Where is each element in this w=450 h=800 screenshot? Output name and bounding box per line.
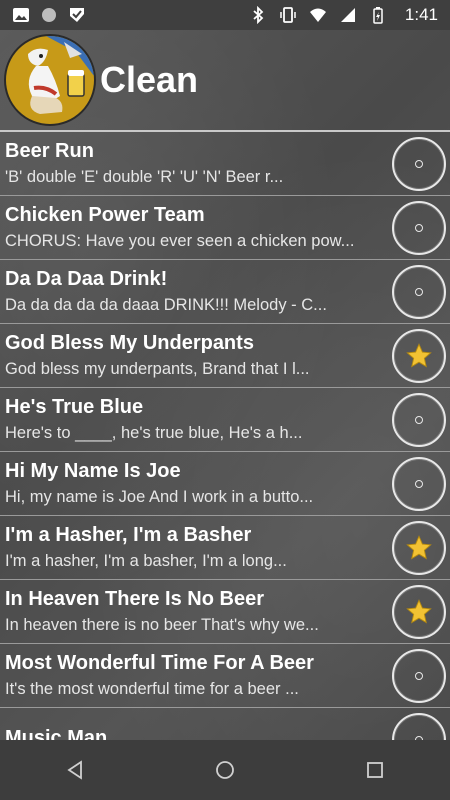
favorite-toggle[interactable] xyxy=(392,520,446,575)
song-title: Music Man xyxy=(5,727,108,740)
list-item[interactable]: Chicken Power Team CHORUS: Have you ever… xyxy=(0,196,450,260)
song-title: Most Wonderful Time For A Beer xyxy=(5,652,314,674)
battery-icon xyxy=(373,7,383,24)
list-item[interactable]: Music Man xyxy=(0,708,450,740)
wifi-icon xyxy=(309,8,326,22)
favorite-toggle[interactable] xyxy=(392,456,446,511)
app-content: Clean Beer Run 'B' double 'E' double 'R'… xyxy=(0,30,450,740)
song-preview: Hi, my name is Joe And I work in a butto… xyxy=(5,488,314,506)
empty-dot-icon xyxy=(415,415,423,424)
favorite-toggle[interactable] xyxy=(392,264,446,319)
favorite-toggle[interactable] xyxy=(392,200,446,255)
favorite-toggle[interactable] xyxy=(392,392,446,447)
favorite-toggle[interactable] xyxy=(392,648,446,703)
song-preview: Here's to ____, he's true blue, He's a h… xyxy=(5,424,303,442)
favorite-toggle[interactable] xyxy=(392,136,446,191)
status-time: 1:41 xyxy=(404,5,438,24)
empty-dot-icon xyxy=(415,159,423,168)
vibrate-icon xyxy=(280,7,296,23)
signal-icon xyxy=(340,8,355,22)
song-preview: God bless my underpants, Brand that I l.… xyxy=(5,360,310,378)
empty-dot-icon xyxy=(415,287,423,296)
favorite-toggle[interactable] xyxy=(392,584,446,639)
song-preview: CHORUS: Have you ever seen a chicken pow… xyxy=(5,232,355,250)
list-item[interactable]: In Heaven There Is No Beer In heaven the… xyxy=(0,580,450,644)
recents-icon[interactable] xyxy=(364,759,386,781)
song-title: I'm a Hasher, I'm a Basher xyxy=(5,524,252,546)
star-icon xyxy=(406,342,432,367)
song-title: In Heaven There Is No Beer xyxy=(5,588,264,610)
song-title: Da Da Daa Drink! xyxy=(5,268,168,290)
list-item[interactable]: Most Wonderful Time For A Beer It's the … xyxy=(0,644,450,708)
app-header: Clean xyxy=(0,30,450,132)
song-preview: Da da da da da daaa DRINK!!! Melody - C.… xyxy=(5,296,327,314)
list-item[interactable]: Da Da Daa Drink! Da da da da da daaa DRI… xyxy=(0,260,450,324)
navigation-bar xyxy=(0,740,450,800)
list-item[interactable]: I'm a Hasher, I'm a Basher I'm a hasher,… xyxy=(0,516,450,580)
song-preview: In heaven there is no beer That's why we… xyxy=(5,616,319,634)
image-icon xyxy=(13,8,29,22)
favorite-toggle[interactable] xyxy=(392,712,446,740)
list-item[interactable]: Beer Run 'B' double 'E' double 'R' 'U' '… xyxy=(0,132,450,196)
star-icon xyxy=(406,598,432,623)
song-title: Beer Run xyxy=(5,140,94,162)
song-preview: I'm a hasher, I'm a basher, I'm a long..… xyxy=(5,552,287,570)
hare-mascot-icon xyxy=(28,36,94,114)
song-title: He's True Blue xyxy=(5,396,144,418)
page-title: Clean xyxy=(100,59,199,100)
song-title: God Bless My Underpants xyxy=(5,332,254,354)
app-logo[interactable] xyxy=(4,34,96,126)
home-icon[interactable] xyxy=(214,759,236,781)
check-icon xyxy=(70,8,84,22)
bluetooth-icon xyxy=(253,6,264,24)
back-icon[interactable] xyxy=(64,759,86,781)
list-item[interactable]: Hi My Name Is Joe Hi, my name is Joe And… xyxy=(0,452,450,516)
favorite-toggle[interactable] xyxy=(392,328,446,383)
star-icon xyxy=(406,534,432,559)
empty-dot-icon xyxy=(415,223,423,232)
song-list: Beer Run 'B' double 'E' double 'R' 'U' '… xyxy=(0,132,450,740)
empty-dot-icon xyxy=(415,479,423,488)
song-title: Chicken Power Team xyxy=(5,204,205,226)
song-title: Hi My Name Is Joe xyxy=(5,460,181,482)
empty-dot-icon xyxy=(415,671,423,680)
song-preview: It's the most wonderful time for a beer … xyxy=(5,680,299,698)
status-bar: 1:41 xyxy=(0,0,450,30)
list-item[interactable]: God Bless My Underpants God bless my und… xyxy=(0,324,450,388)
song-preview: 'B' double 'E' double 'R' 'U' 'N' Beer r… xyxy=(5,168,284,186)
list-item[interactable]: He's True Blue Here's to ____, he's true… xyxy=(0,388,450,452)
circle-icon xyxy=(42,8,56,22)
